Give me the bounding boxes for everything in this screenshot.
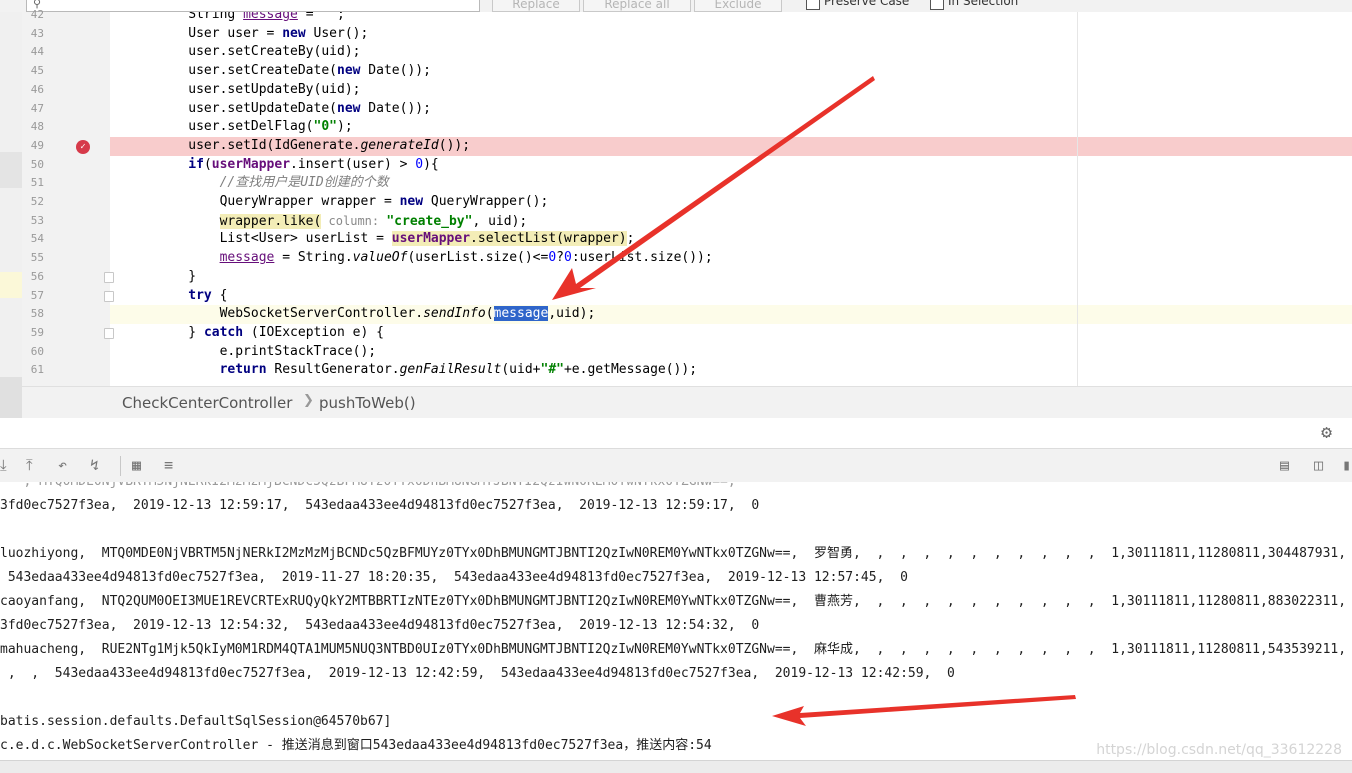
left-strip-marker [0,272,22,298]
code-line-53: wrapper.like( column: "create_by", uid); [219,213,528,229]
left-strip-marker [0,377,22,418]
console-line: , , 543edaa433ee4d94813fd0ec7527f3ea, 20… [0,666,955,681]
align-icon[interactable]: ▤ [1280,456,1289,474]
tool-window-header: ⚙ [0,418,1352,448]
code-line-59: } catch (IOException e) { [188,324,384,340]
console-toolbar: ⤓ ⤒ ↶ ↯ ▦ ≡ ▤ ◫ ▮ [0,448,1352,483]
console-line: luozhiyong, MTQ0MDE0NjVBRTM5NjNERkI2MzMz… [0,546,1352,561]
selected-text[interactable]: message [493,306,549,322]
line-number: 61 [30,363,44,377]
line-number: 50 [30,157,44,171]
line-number: 57 [30,288,44,302]
code-line-51: //查找用户是UID创建的个数 [219,175,389,191]
scroll-up-icon[interactable]: ⤒ [26,456,33,474]
code-line-55: message = String.valueOf(userList.size()… [219,250,713,266]
code-line-56: } [188,268,197,284]
code-line-60: e.printStackTrace(); [219,343,377,359]
table-icon[interactable]: ▦ [132,456,141,474]
console-line: 3fd0ec7527f3ea, 2019-12-13 12:54:32, 543… [0,618,760,633]
in-selection-label: In Selection [948,0,1019,8]
left-strip-marker [0,152,22,188]
line-number: 59 [30,325,44,339]
line-number: 49 [30,138,44,152]
exclude-button[interactable]: Exclude [694,0,782,12]
breadcrumb-separator-icon: ❯ [303,393,314,408]
line-number: 42 [30,8,44,21]
restore-icon[interactable]: ↶ [58,456,67,474]
code-line-42: String message = ""; [188,12,345,22]
status-bar [0,760,1352,773]
layout-icon[interactable]: ◫ [1314,456,1323,474]
breadcrumb: CheckCenterController ❯ pushToWeb() [22,386,1352,419]
code-line-52: QueryWrapper wrapper = new QueryWrapper(… [219,194,549,209]
line-number: 43 [30,26,44,40]
code-line-44: user.setCreateBy(uid); [188,44,361,60]
code-line-45: user.setCreateDate(new Date()); [188,63,431,79]
line-number: 52 [30,195,44,208]
parameter-hint: column: [321,213,387,228]
line-number: 56 [30,269,44,283]
code-editor[interactable]: String message = ""; User user = new Use… [110,12,1352,386]
toolbar-separator [120,456,121,476]
right-margin-guide [1077,12,1078,386]
code-line-49-breakpoint: user.setId(IdGenerate.generateId()); [110,136,1352,156]
preserve-case-label: Preserve Case [824,0,910,8]
console-line: batis.session.defaults.DefaultSqlSession… [0,714,392,729]
watermark: https://blog.csdn.net/qq_33612228 [1096,742,1342,758]
console-output[interactable]: ···, MTQ0MDE0NjVBRTM5NjNERkI2MzMzMjBCNDc… [0,482,1352,760]
line-number: 46 [30,82,44,96]
console-line: caoyanfang, NTQ2QUM0OEI3MUE1REVCRTExRUQy… [0,594,1352,609]
line-number: 60 [30,344,44,358]
breakpoint-icon[interactable]: ✓ [76,140,90,154]
console-line: 3fd0ec7527f3ea, 2019-12-13 12:59:17, 543… [0,498,760,513]
code-line-57: try { [188,287,228,303]
code-line-46: user.setUpdateBy(uid); [188,81,361,97]
replace-all-button[interactable]: Replace all [583,0,691,12]
more-icon[interactable]: ▮ [1342,456,1351,474]
fold-start-icon[interactable] [104,328,114,339]
replace-button[interactable]: Replace [492,0,580,12]
code-line-43: User user = new User(); [188,25,369,41]
line-number: 48 [30,120,44,134]
scroll-down-icon[interactable]: ⤓ [0,456,7,474]
settings-list-icon[interactable]: ≡ [164,456,173,474]
line-number: 58 [30,307,44,321]
console-line: 543edaa433ee4d94813fd0ec7527f3ea, 2019-1… [0,570,908,585]
left-tool-strip [0,12,22,418]
code-line-47: user.setUpdateDate(new Date()); [188,100,431,116]
in-selection-checkbox[interactable] [930,0,944,10]
breadcrumb-method[interactable]: pushToWeb() [319,394,416,412]
filter-icon[interactable]: ↯ [90,456,99,474]
code-line-50: if(userMapper.insert(user) > 0){ [188,156,439,172]
preserve-case-checkbox[interactable] [806,0,820,10]
code-line-61: return ResultGenerator.genFailResult(uid… [219,362,698,378]
search-input[interactable]: ⚲ [26,0,480,12]
fold-end-icon[interactable] [104,272,114,283]
line-number: 55 [30,251,44,265]
line-number: 47 [30,101,44,115]
line-number: 45 [30,64,44,78]
code-line-54: List<User> userList = userMapper.selectL… [219,231,635,247]
line-number: 54 [30,232,44,246]
gear-icon[interactable]: ⚙ [1321,422,1332,443]
code-line-58-current: WebSocketServerController.sendInfo(messa… [110,305,1352,324]
console-line: mahuacheng, RUE2NTg1Mjk5QkIyM0M1RDM4QTA1… [0,642,1352,657]
console-line-partial: ···, MTQ0MDE0NjVBRTM5NjNERkI2MzMzMjBCNDc… [0,482,1352,492]
line-number: 44 [30,45,44,59]
breadcrumb-class[interactable]: CheckCenterController [122,394,292,412]
line-number: 51 [30,176,44,190]
code-line-48: user.setDelFlag("0"); [188,119,353,135]
fold-start-icon[interactable] [104,291,114,302]
line-number: 53 [30,213,44,227]
